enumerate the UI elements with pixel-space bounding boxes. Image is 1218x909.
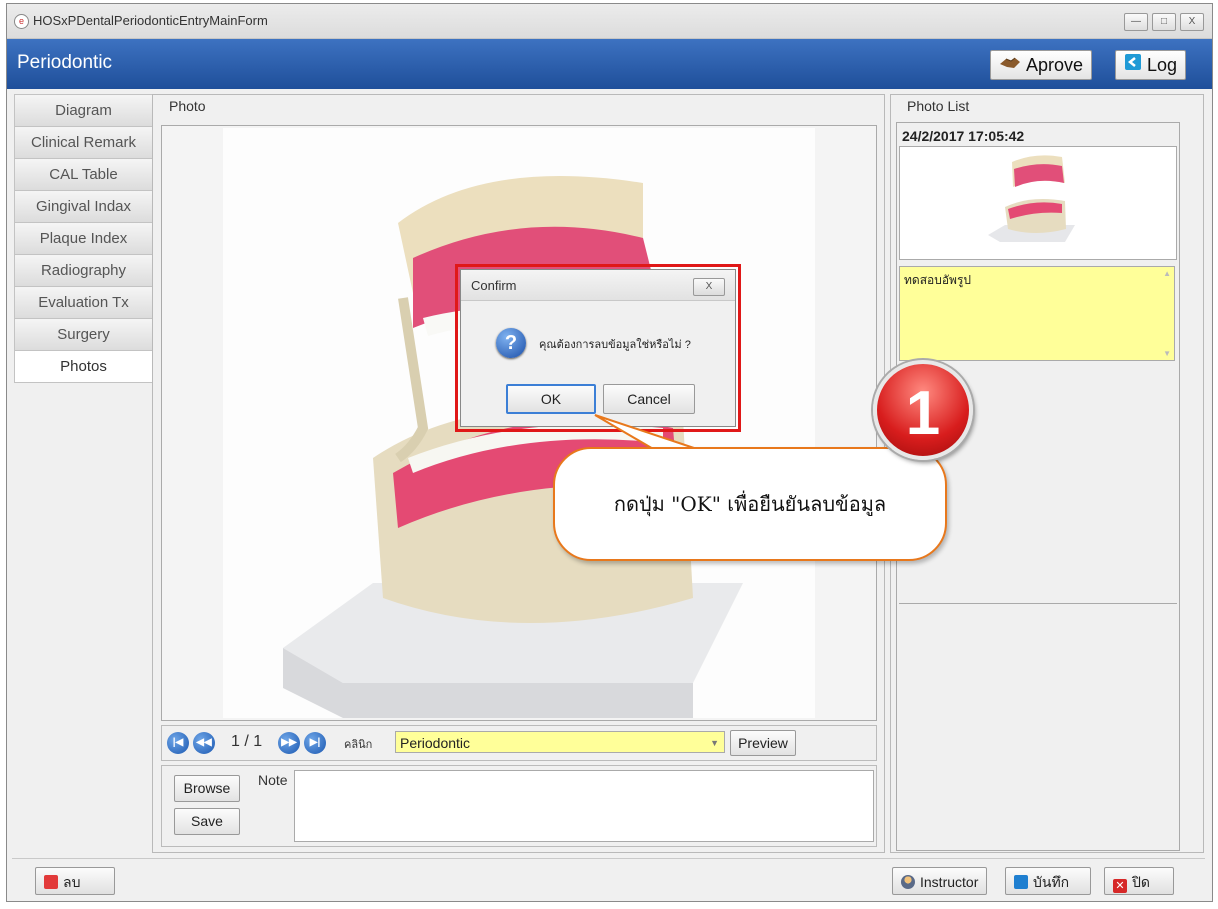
photo-thumbnail[interactable] [899, 146, 1177, 260]
confirm-dialog-highlight: Confirm X ? คุณต้องการลบข้อมูลใช่หรือไม่… [455, 264, 741, 432]
dialog-title-bar: Confirm X [461, 270, 735, 301]
scroll-up-icon[interactable]: ▲ [1163, 269, 1171, 278]
browse-button[interactable]: Browse [174, 775, 240, 802]
page-title: Periodontic [17, 52, 113, 73]
list-divider [899, 603, 1177, 604]
delete-label: ลบ [63, 874, 81, 890]
bottom-toolbar: ลบ Instructor บันทึก ✕ ปิด [12, 858, 1205, 897]
instructor-button[interactable]: Instructor [892, 867, 988, 895]
tab-gingival-index[interactable]: Gingival Indax [14, 190, 153, 222]
callout-text: กดปุ่ม "OK" เพื่อยืนยันลบข้อมูล [613, 492, 887, 516]
tab-diagram[interactable]: Diagram [14, 94, 153, 126]
photo-group-label: Photo [169, 98, 206, 114]
window-title: HOSxPDentalPeriodonticEntryMainForm [33, 13, 268, 28]
save-photo-button[interactable]: Save [174, 808, 240, 835]
clinic-value: Periodontic [400, 735, 471, 751]
page-indicator: 1 / 1 [231, 733, 263, 750]
last-icon[interactable]: ▶| [304, 732, 326, 754]
tab-strip-filler [14, 382, 153, 825]
tab-plaque-index[interactable]: Plaque Index [14, 222, 153, 254]
close-button[interactable]: ✕ ปิด [1104, 867, 1174, 895]
tab-cal-table[interactable]: CAL Table [14, 158, 153, 190]
clinic-select[interactable]: Periodontic ▼ [395, 731, 725, 753]
photo-note[interactable]: ทดสอบอัพรูป ▲ ▼ [899, 266, 1175, 361]
previous-icon[interactable]: ◀◀ [193, 732, 215, 754]
save-record-label: บันทึก [1033, 874, 1070, 890]
handshake-icon [999, 51, 1021, 79]
maximize-button[interactable]: □ [1152, 13, 1176, 31]
dialog-close-button[interactable]: X [693, 278, 725, 296]
log-icon [1124, 51, 1142, 79]
log-button[interactable]: Log [1115, 50, 1187, 80]
tab-clinical-remark[interactable]: Clinical Remark [14, 126, 153, 158]
tab-strip: Diagram Clinical Remark CAL Table Gingiv… [14, 94, 153, 844]
close-window-button[interactable]: X [1180, 13, 1204, 31]
photo-timestamp: 24/2/2017 17:05:42 [902, 128, 1025, 144]
confirm-dialog: Confirm X ? คุณต้องการลบข้อมูลใช่หรือไม่… [460, 269, 736, 427]
dialog-message: คุณต้องการลบข้อมูลใช่หรือไม่ ? [539, 339, 691, 351]
photo-navigation: |◀ ◀◀ 1 / 1 ▶▶ ▶| คลินิก Periodontic ▼ Pr… [161, 725, 877, 761]
next-icon[interactable]: ▶▶ [278, 732, 300, 754]
photo-note-text: ทดสอบอัพรูป [904, 273, 972, 287]
floppy-icon [1014, 875, 1028, 889]
ok-button[interactable]: OK [506, 384, 596, 414]
question-icon: ? [496, 328, 526, 358]
form-header: Periodontic Aprove Log [7, 39, 1212, 89]
scroll-down-icon[interactable]: ▼ [1163, 349, 1171, 358]
preview-button[interactable]: Preview [730, 730, 796, 756]
close-label: ปิด [1132, 874, 1150, 890]
app-icon: e [14, 14, 29, 29]
title-bar: e HOSxPDentalPeriodonticEntryMainForm — … [7, 4, 1212, 39]
close-icon: ✕ [1113, 879, 1127, 893]
first-icon[interactable]: |◀ [167, 732, 189, 754]
note-textarea[interactable] [294, 770, 874, 842]
delete-button[interactable]: ลบ [35, 867, 115, 895]
dialog-title: Confirm [471, 278, 517, 293]
save-record-button[interactable]: บันทึก [1005, 867, 1091, 895]
photo-list-label: Photo List [907, 98, 970, 114]
tab-surgery[interactable]: Surgery [14, 318, 153, 350]
tab-radiography[interactable]: Radiography [14, 254, 153, 286]
approve-button[interactable]: Aprove [990, 50, 1093, 80]
trash-icon [44, 875, 58, 889]
approve-label: Aprove [1026, 55, 1084, 75]
tab-photos[interactable]: Photos [14, 350, 153, 382]
instructor-label: Instructor [920, 874, 979, 890]
log-label: Log [1147, 55, 1178, 75]
tab-evaluation-tx[interactable]: Evaluation Tx [14, 286, 153, 318]
minimize-button[interactable]: — [1124, 13, 1148, 31]
note-label: Note [258, 772, 288, 788]
chevron-down-icon: ▼ [710, 738, 719, 748]
clinic-label: คลินิก [344, 739, 373, 751]
user-icon [901, 875, 915, 889]
note-box: Browse Note Save [161, 765, 877, 847]
step-badge: 1 [873, 360, 973, 460]
